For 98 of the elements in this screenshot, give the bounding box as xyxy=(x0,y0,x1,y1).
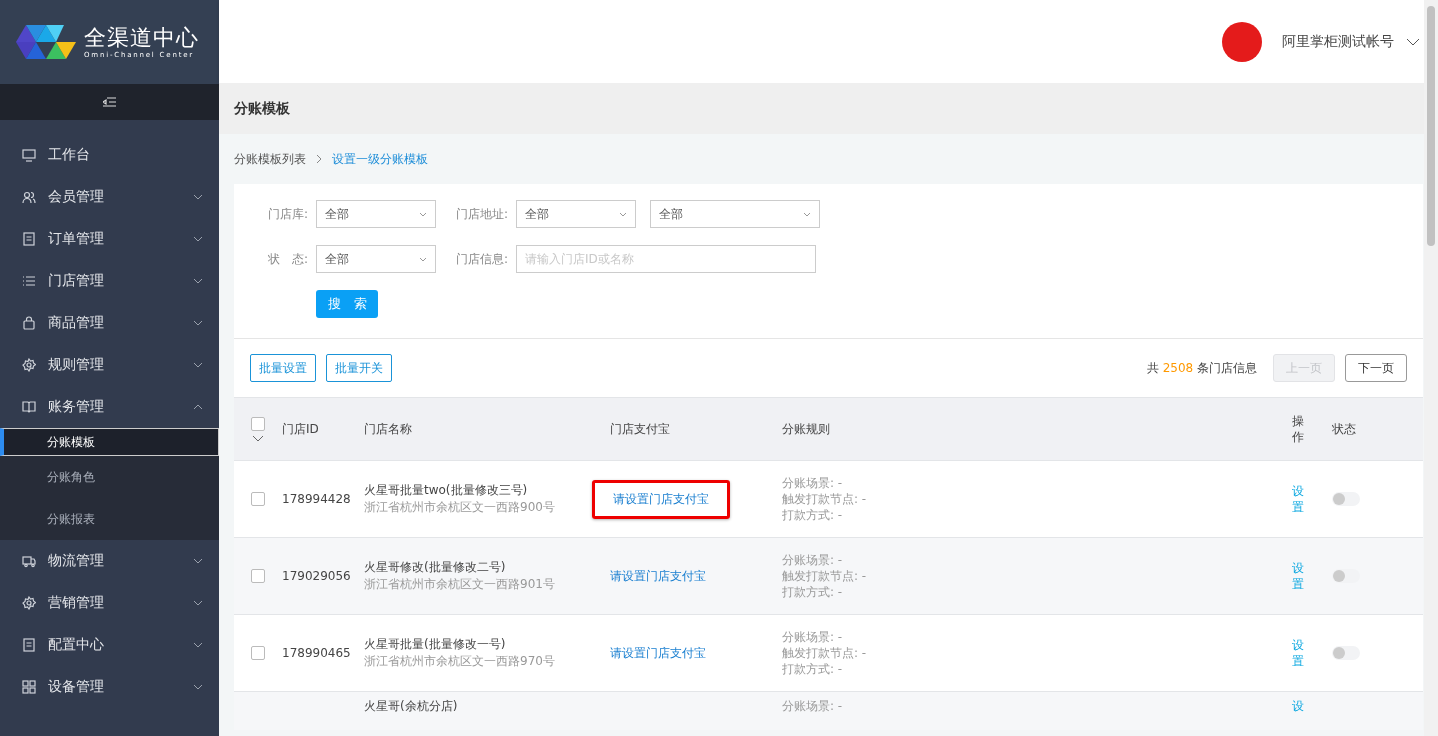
row-checkbox[interactable] xyxy=(251,646,265,660)
store-address: 浙江省杭州市余杭区文一西路901号 xyxy=(364,576,556,593)
total-count: 共 2508 条门店信息 xyxy=(1146,359,1257,377)
column-header: 门店ID xyxy=(282,420,320,438)
rule-text: 分账场景: - xyxy=(782,698,844,714)
menu-item[interactable]: 会员管理 xyxy=(0,176,219,218)
select-all-checkbox[interactable] xyxy=(251,416,265,431)
scrollbar[interactable] xyxy=(1424,0,1438,736)
chevron-icon xyxy=(193,236,203,242)
menu-item[interactable]: 门店管理 xyxy=(0,260,219,302)
chevron-down-icon[interactable] xyxy=(1406,37,1420,46)
logo-icon xyxy=(16,25,76,59)
select-field[interactable]: 全部 xyxy=(650,200,820,228)
chevron-down-icon xyxy=(803,211,811,217)
breadcrumb-link[interactable]: 分账模板列表 xyxy=(234,150,306,168)
field-label: 门店库: xyxy=(266,205,308,223)
chevron-icon xyxy=(193,600,203,606)
column-header: 分账规则 xyxy=(782,420,831,438)
grid-icon xyxy=(22,680,36,694)
users-icon xyxy=(22,190,36,204)
row-checkbox[interactable] xyxy=(251,492,265,506)
avatar[interactable] xyxy=(1222,21,1262,62)
status-toggle[interactable] xyxy=(1332,569,1360,583)
select-field[interactable]: 全部 xyxy=(316,245,436,273)
column-header: 状态 xyxy=(1332,420,1357,438)
chevron-icon xyxy=(193,278,203,284)
status-toggle[interactable] xyxy=(1332,646,1360,660)
document-icon xyxy=(22,638,36,652)
store-id: 178990465 xyxy=(282,646,351,660)
select-field[interactable]: 全部 xyxy=(316,200,436,228)
batch-button[interactable]: 批量设置 xyxy=(250,354,316,382)
rule-text: 分账场景: - xyxy=(782,552,844,568)
store-name: 火星哥(余杭分店) xyxy=(364,698,459,715)
monitor-icon xyxy=(22,148,36,162)
chevron-down-icon xyxy=(619,211,627,217)
logo-title: 全渠道中心 xyxy=(84,25,199,51)
menu-item[interactable]: 商品管理 xyxy=(0,302,219,344)
submenu-item[interactable]: 分账报表 xyxy=(0,498,219,540)
rule-text: 分账场景: - xyxy=(782,475,844,491)
select-field[interactable]: 全部 xyxy=(516,200,636,228)
store-name: 火星哥批量two(批量修改三号) xyxy=(364,482,529,499)
chevron-icon xyxy=(193,684,203,690)
chevron-down-icon xyxy=(419,211,427,217)
menu-item[interactable]: 设备管理 xyxy=(0,666,219,708)
chevron-icon xyxy=(193,558,203,564)
rule-text: 触发打款节点: - xyxy=(782,568,868,584)
user-name[interactable]: 阿里掌柜测试帐号 xyxy=(1282,32,1394,51)
book-icon xyxy=(22,400,36,414)
field-label: 状 态: xyxy=(266,250,308,268)
rule-text: 打款方式: - xyxy=(782,584,844,600)
rule-text: 触发打款节点: - xyxy=(782,491,868,507)
chevron-icon xyxy=(193,194,203,200)
menu-item[interactable]: 配置中心 xyxy=(0,624,219,666)
next-page-button[interactable]: 下一页 xyxy=(1345,354,1407,382)
menu-collapse-icon[interactable] xyxy=(103,97,116,107)
rule-text: 分账场景: - xyxy=(782,629,844,645)
set-alipay-link[interactable]: 请设置门店支付宝 xyxy=(610,568,706,583)
field-label: 门店信息: xyxy=(454,250,508,268)
store-name: 火星哥修改(批量修改二号) xyxy=(364,559,507,576)
status-toggle[interactable] xyxy=(1332,492,1360,506)
set-alipay-link[interactable]: 请设置门店支付宝 xyxy=(592,479,730,519)
chevron-icon xyxy=(193,362,203,368)
chevron-down-icon xyxy=(419,256,427,262)
column-header: 门店支付宝 xyxy=(610,420,671,438)
column-header: 操作 xyxy=(1292,413,1305,445)
store-id: 179029056 xyxy=(282,569,351,583)
batch-button[interactable]: 批量开关 xyxy=(326,354,392,382)
rule-text: 打款方式: - xyxy=(782,507,844,523)
menu-item[interactable]: 工作台 xyxy=(0,134,219,176)
menu-item[interactable]: 规则管理 xyxy=(0,344,219,386)
submenu-item[interactable]: 分账模板 xyxy=(0,428,219,456)
store-id: 178994428 xyxy=(282,492,351,506)
chevron-down-icon[interactable] xyxy=(252,434,264,442)
menu-item[interactable]: 营销管理 xyxy=(0,582,219,624)
document-icon xyxy=(22,232,36,246)
bag-icon xyxy=(22,316,36,330)
store-address: 浙江省杭州市余杭区文一西路900号 xyxy=(364,499,556,516)
gear-icon xyxy=(22,596,36,610)
chevron-right-icon xyxy=(316,154,322,164)
field-label: 门店地址: xyxy=(454,205,508,223)
menu-item[interactable]: 物流管理 xyxy=(0,540,219,582)
submenu-item[interactable]: 分账角色 xyxy=(0,456,219,498)
menu-item[interactable]: 账务管理 xyxy=(0,386,219,428)
store-address: 浙江省杭州市余杭区文一西路970号 xyxy=(364,653,556,670)
chevron-icon xyxy=(193,320,203,326)
rule-text: 触发打款节点: - xyxy=(782,645,868,661)
set-alipay-link[interactable]: 请设置门店支付宝 xyxy=(610,645,706,660)
chevron-icon xyxy=(193,642,203,648)
menu-item[interactable]: 订单管理 xyxy=(0,218,219,260)
gear-icon xyxy=(22,358,36,372)
row-checkbox[interactable] xyxy=(251,569,265,583)
truck-icon xyxy=(22,554,36,568)
rule-text: 打款方式: - xyxy=(782,661,844,677)
page-title: 分账模板 xyxy=(234,99,290,118)
chevron-icon xyxy=(193,404,203,410)
column-header: 门店名称 xyxy=(364,420,413,438)
store-name: 火星哥批量(批量修改一号) xyxy=(364,636,507,653)
list-icon xyxy=(22,274,36,288)
